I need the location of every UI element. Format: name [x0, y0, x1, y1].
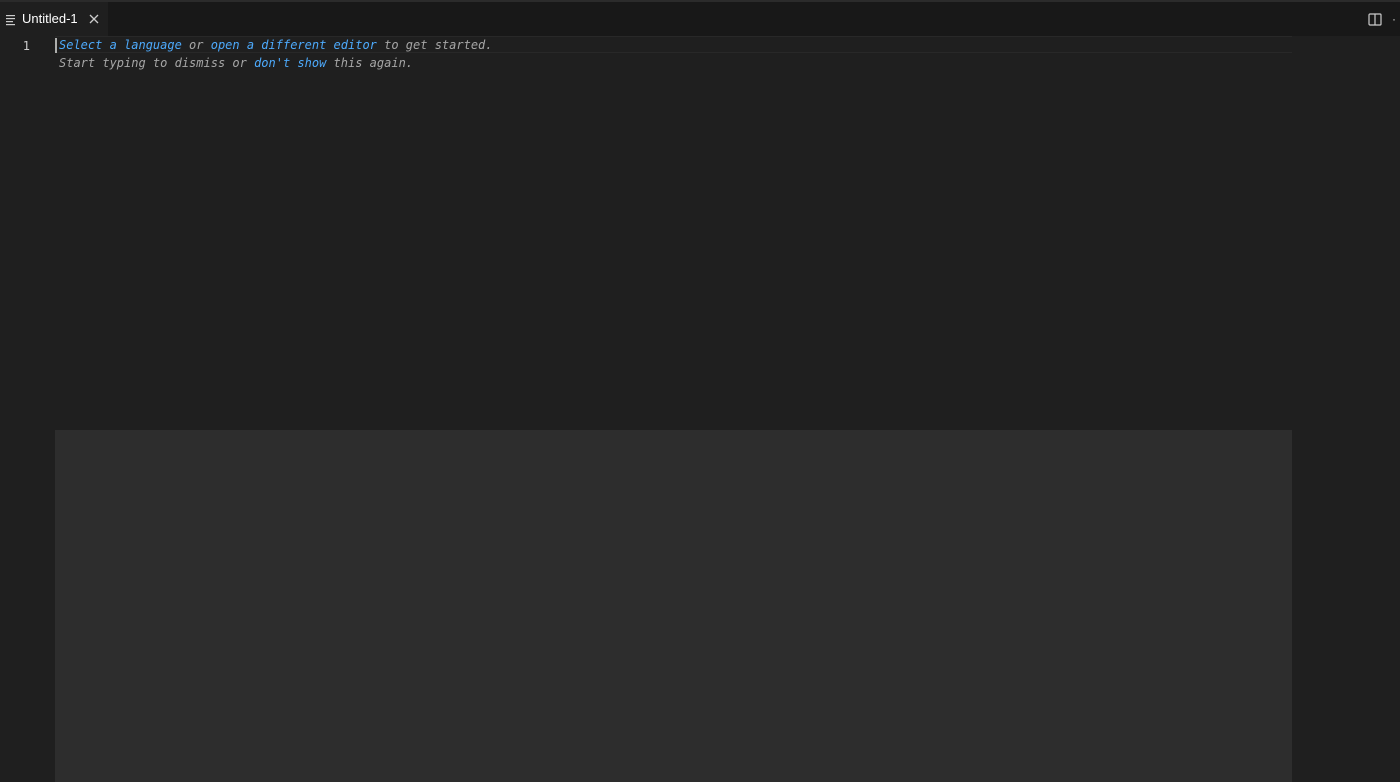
editor-tab-bar: Untitled-1 · [0, 2, 1400, 36]
split-editor-icon[interactable] [1368, 12, 1383, 27]
empty-editor-hint-line-1: Select a language or open a different ed… [59, 37, 493, 54]
select-language-link[interactable]: Select a language [59, 38, 182, 52]
line-number: 1 [22, 39, 30, 53]
hint-text-get-started: to get started. [376, 38, 493, 52]
dont-show-link[interactable]: don't show [254, 56, 326, 70]
text-cursor [55, 38, 57, 53]
open-different-editor-link[interactable]: open a different editor [211, 38, 377, 52]
editor-area[interactable]: 1 Select a language or open a different … [0, 36, 1400, 782]
tab-untitled-1[interactable]: Untitled-1 [0, 2, 108, 36]
empty-editor-hint-line-2: Start typing to dismiss or don't show th… [59, 55, 413, 72]
hint-text-this-again: this again. [326, 56, 414, 70]
hint-text-or: or [181, 38, 211, 52]
hint-text-start-typing: Start typing to dismiss or [59, 56, 255, 70]
close-icon[interactable] [87, 12, 101, 26]
ellipsis-icon[interactable]: · [1392, 12, 1400, 27]
tab-label: Untitled-1 [22, 11, 78, 26]
editor-overlay-panel [55, 430, 1292, 782]
lines-icon [6, 13, 16, 26]
